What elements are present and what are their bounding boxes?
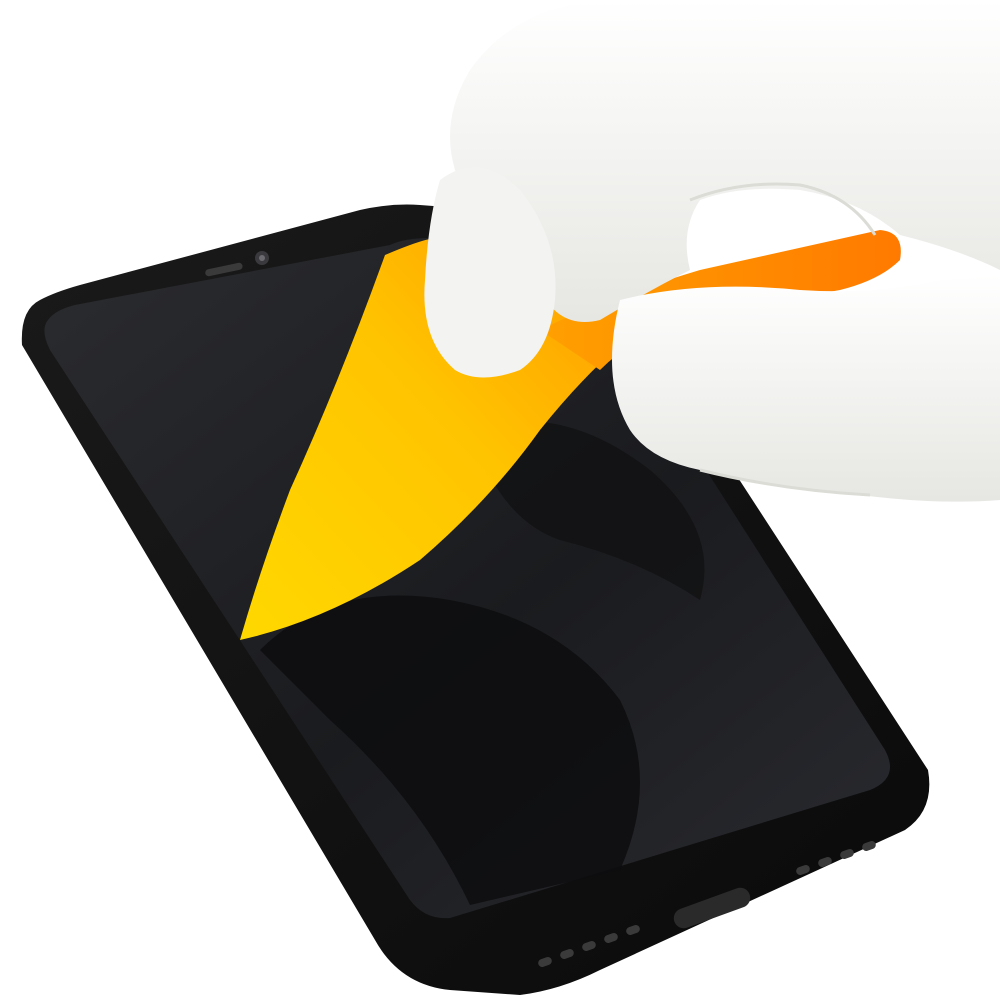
product-photo <box>21 0 1000 996</box>
